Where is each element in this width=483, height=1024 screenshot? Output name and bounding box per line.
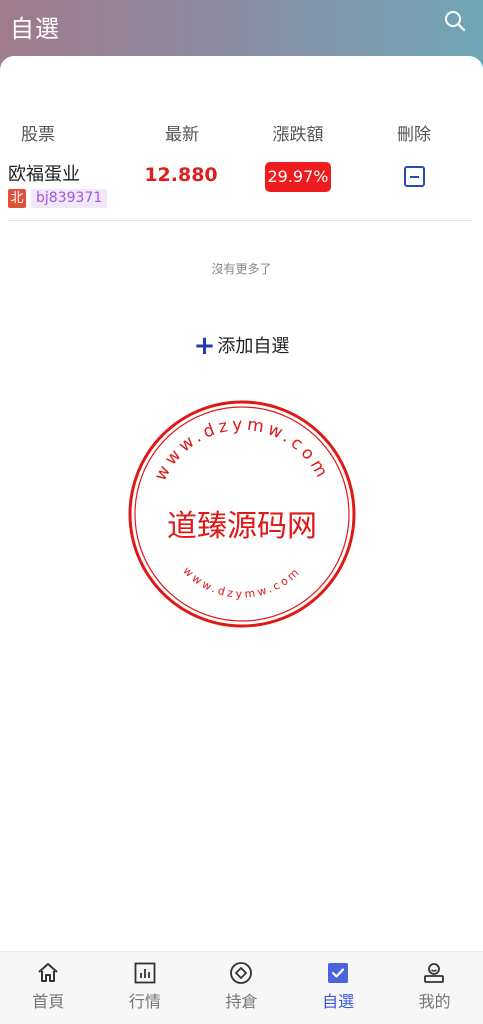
watermark-url-top: www.dzymw.com	[151, 415, 334, 485]
change-percent-badge: 29.97%	[265, 162, 331, 192]
home-icon	[38, 963, 58, 982]
latest-price: 12.880	[144, 164, 218, 186]
watermark-url-bottom: www.dzymw.com	[180, 564, 303, 601]
column-header-stock: 股票	[21, 125, 55, 145]
tab-label: 持倉	[225, 992, 258, 1011]
tab-profile[interactable]: 我的	[386, 952, 483, 1024]
stock-code-badge: bj839371	[31, 189, 108, 208]
chart-icon	[134, 962, 155, 984]
search-icon[interactable]	[443, 9, 467, 33]
plus-icon: +	[193, 331, 216, 361]
minus-square-icon[interactable]	[404, 166, 425, 187]
watermark-seal: www.dzymw.com 道臻源码网 www.dzymw.com	[128, 400, 356, 628]
tab-label: 首頁	[32, 992, 65, 1011]
tab-label: 我的	[418, 992, 451, 1011]
add-watchlist-label: 添加自選	[217, 336, 290, 357]
no-more-text: 沒有更多了	[211, 262, 272, 276]
user-icon	[424, 963, 445, 983]
tab-label: 行情	[128, 992, 161, 1011]
app-header: 自選	[0, 0, 483, 60]
tab-home[interactable]: 首頁	[0, 952, 97, 1024]
bottom-tab-bar: 首頁 行情 持倉 自選 我的	[0, 951, 483, 1024]
page-title: 自選	[10, 15, 60, 43]
watermark-main-text: 道臻源码网	[167, 509, 317, 544]
add-watchlist-button[interactable]: + 添加自選	[0, 331, 483, 361]
tab-watchlist[interactable]: 自選	[290, 952, 387, 1024]
stock-name[interactable]: 欧福蛋业	[8, 160, 80, 186]
tab-market[interactable]: 行情	[97, 952, 194, 1024]
tab-label: 自選	[322, 992, 355, 1011]
market-badge: 北	[8, 189, 26, 208]
column-header-delete: 刪除	[397, 125, 431, 145]
check-square-icon	[327, 963, 348, 983]
tab-positions[interactable]: 持倉	[193, 952, 290, 1024]
column-header-latest: 最新	[165, 125, 199, 145]
row-divider	[8, 220, 473, 221]
position-icon	[230, 962, 253, 984]
column-header-change: 漲跌額	[272, 125, 324, 145]
